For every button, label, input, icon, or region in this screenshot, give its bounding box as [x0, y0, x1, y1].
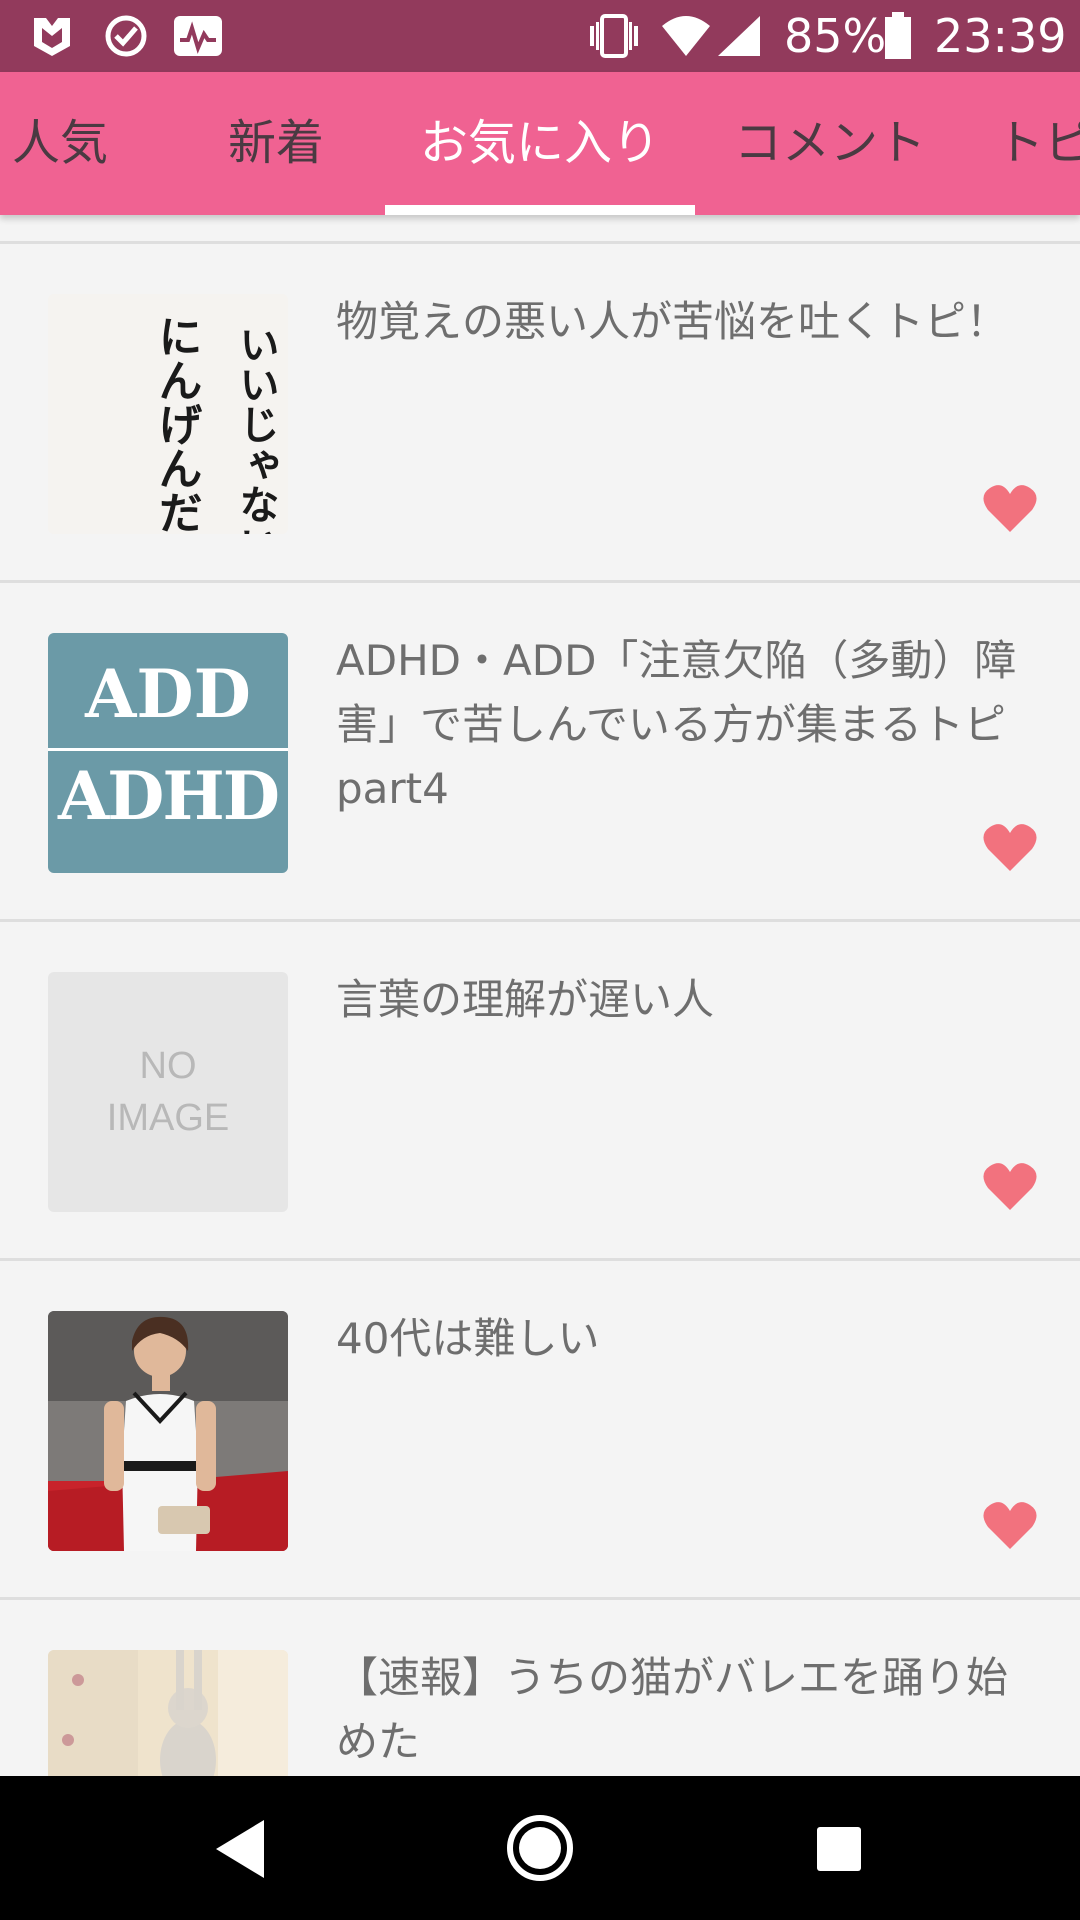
svg-text:いいじゃないか: いいじゃないか [233, 324, 280, 534]
tab-new[interactable]: 新着 [228, 72, 324, 215]
favorite-heart-icon[interactable] [982, 1501, 1038, 1551]
tab-comments[interactable]: コメント [734, 72, 926, 215]
wifi-icon [660, 14, 712, 62]
list-item[interactable]: ADD ADHD ADHD・ADD「注意欠陥（多動）障害」で苦しんでいる方が集ま… [0, 583, 1080, 919]
vibrate-icon [586, 14, 642, 62]
battery-icon [884, 12, 912, 64]
recent-apps-button[interactable] [816, 1826, 862, 1872]
tab-popular[interactable]: 人気 [12, 72, 108, 215]
list-item[interactable]: 40代は難しい [0, 1261, 1080, 1597]
favorite-heart-icon[interactable] [982, 1162, 1038, 1212]
status-bar: 85% 23:39 [0, 0, 1080, 72]
item-title: ADHD・ADD「注意欠陥（多動）障害」で苦しんでいる方が集まるトピpart4 [336, 636, 1017, 813]
list-item[interactable]: 【速報】うちの猫がバレエを踊り始めた [0, 1600, 1080, 1776]
item-title: 【速報】うちの猫がバレエを踊り始めた [336, 1653, 1009, 1766]
home-button[interactable] [506, 1814, 574, 1882]
navigation-bar [0, 1776, 1080, 1920]
no-image-placeholder: NO IMAGE [48, 972, 288, 1212]
cellular-signal-icon [716, 14, 762, 62]
add-adhd-thumbnail: ADD ADHD [48, 633, 288, 873]
svg-text:にんげんだもの: にんげんだもの [151, 314, 202, 534]
back-button[interactable] [212, 1818, 268, 1880]
clock-time: 23:39 [934, 9, 1067, 63]
item-title: 物覚えの悪い人が苦悩を吐くトピ！ [336, 297, 1009, 346]
app-notification-icon [30, 14, 74, 62]
active-tab-indicator [385, 205, 695, 215]
tab-bar: 人気 新着 お気に入り コメント トピ [0, 72, 1080, 215]
favorite-heart-icon[interactable] [982, 823, 1038, 873]
cat-photo-thumbnail [48, 1650, 288, 1776]
item-title: 言葉の理解が遅い人 [336, 975, 715, 1024]
favorite-heart-icon[interactable] [982, 484, 1038, 534]
list-item[interactable]: NO IMAGE 言葉の理解が遅い人 [0, 922, 1080, 1258]
tab-favorites[interactable]: お気に入り [385, 72, 695, 215]
battery-percentage: 85% [784, 9, 887, 63]
woman-photo-thumbnail [48, 1311, 288, 1551]
tab-topics[interactable]: トピ [996, 72, 1080, 215]
activity-chart-icon [172, 14, 224, 62]
item-title: 40代は難しい [336, 1314, 600, 1363]
screen: 85% 23:39 人気 新着 お気に入り コメント トピ いいじゃないか にん… [0, 0, 1080, 1920]
list-item[interactable]: いいじゃないか にんげんだもの 物覚えの悪い人が苦悩を吐くトピ！ [0, 244, 1080, 580]
calligraphy-thumbnail: いいじゃないか にんげんだもの [48, 294, 288, 534]
check-circle-icon [104, 14, 148, 62]
favorites-list[interactable]: いいじゃないか にんげんだもの 物覚えの悪い人が苦悩を吐くトピ！ ADD ADH… [0, 215, 1080, 1776]
